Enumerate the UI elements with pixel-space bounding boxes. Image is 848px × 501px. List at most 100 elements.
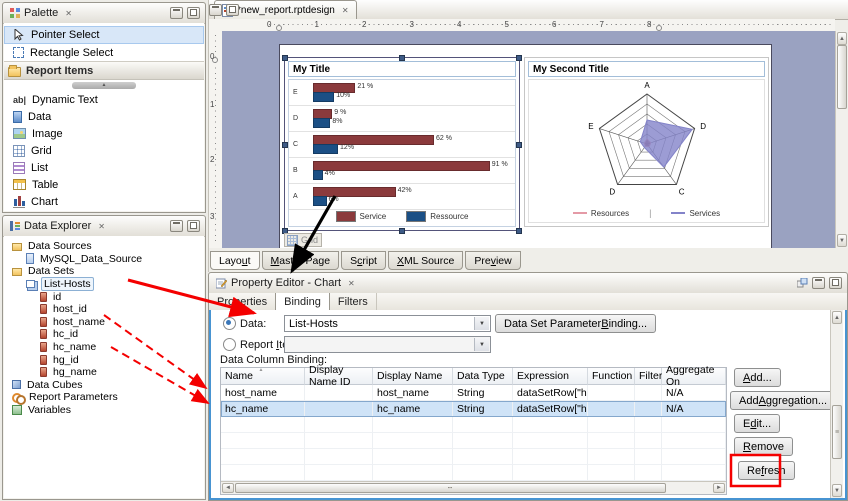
selection-handle[interactable] [399,55,405,61]
data-radio[interactable] [223,317,236,330]
editor-tab-close-icon[interactable]: ✕ [342,6,349,15]
table-row[interactable]: hc_namehc_nameStringdataSetRow["hc...N/A [221,401,726,417]
selection-handle[interactable] [516,55,522,61]
property-editor-title-tab[interactable]: Property Editor - Chart ✕ [209,273,362,293]
dataset-combo[interactable]: List-Hosts ▼ [284,315,491,332]
palette-item-dynamic-text[interactable]: ab|Dynamic Text [4,91,204,108]
button-remove[interactable]: Remove [734,437,793,456]
scroll-down-arrow[interactable]: ▼ [832,484,842,497]
palette-item-table[interactable]: Table [4,176,204,193]
report-canvas[interactable]: My Title E21 %10%D9 %8%C62 %12%B91 %4%A4… [222,31,835,248]
column-header-display-name[interactable]: Display Name [373,368,453,385]
data-column-binding-table[interactable]: Name▲Display Name IDDisplay NameData Typ… [220,367,727,495]
scroll-right-arrow[interactable]: ► [713,483,725,493]
scroll-down-arrow[interactable]: ▼ [837,234,847,247]
palette-item-image[interactable]: Image [4,125,204,142]
scroll-thumb[interactable]: ┅ [235,483,666,493]
tree-item-list-hosts[interactable]: List-Hosts [4,278,204,291]
column-header-data-type[interactable]: Data Type [453,368,513,385]
button-refresh[interactable]: Refresh [738,461,795,480]
selection-handle[interactable] [516,228,522,234]
link-with-editor-icon[interactable] [797,278,808,289]
scroll-up-arrow[interactable]: ▲ [832,311,842,324]
column-header-function[interactable]: Function [588,368,635,385]
chevron-down-icon[interactable]: ▼ [474,317,489,330]
grid-element-tab[interactable]: Grid [284,233,322,247]
table-row[interactable] [221,433,726,449]
palette-item-grid[interactable]: Grid [4,142,204,159]
property-editor-minimize-button[interactable] [812,277,825,289]
tree-item-hc-name[interactable]: hc_name [4,341,204,354]
editor-tab-layout[interactable]: Layout [210,251,260,270]
report-item-radio[interactable] [223,338,236,351]
palette-item-data[interactable]: Data [4,108,204,125]
column-header-display-name-id[interactable]: Display Name ID [305,368,373,385]
scroll-up-arrow[interactable]: ▲ [837,32,847,45]
column-header-expression[interactable]: Expression [513,368,588,385]
table-hscrollbar[interactable]: ◄ ┅ ► [221,481,726,494]
property-editor-maximize-button[interactable] [829,277,842,289]
editor-tab-preview[interactable]: Preview [465,251,520,270]
editor-minimize-button[interactable] [209,4,222,16]
button-addaggregation[interactable]: Add Aggregation... [730,391,836,410]
tree-item-data-sets[interactable]: Data Sets [4,265,204,278]
selection-handle[interactable] [282,55,288,61]
palette-minimize-button[interactable] [170,7,183,19]
tree-item-hc-id[interactable]: hc_id [4,328,204,341]
tab-properties[interactable]: Properties [209,293,276,310]
tree-item-report-parameters[interactable]: Report Parameters [4,391,204,404]
tree-item-variables[interactable]: Variables [4,404,204,417]
selection-handle[interactable] [282,142,288,148]
data-explorer-maximize-button[interactable] [187,220,200,232]
bar-chart-element[interactable]: My Title E21 %10%D9 %8%C62 %12%B91 %4%A4… [284,57,520,231]
table-row[interactable]: host_namehost_nameStringdataSetRow["ho..… [221,385,726,401]
palette-item-chart[interactable]: Chart [4,193,204,210]
chevron-down-icon[interactable]: ▼ [474,338,489,351]
data-explorer-close-icon[interactable]: ✕ [98,222,105,231]
column-header-name[interactable]: Name▲ [221,368,305,385]
report-page[interactable]: My Title E21 %10%D9 %8%C62 %12%B91 %4%A4… [279,44,772,248]
palette-scroll-up[interactable]: ▲ [72,82,136,89]
palette-item-list[interactable]: List [4,159,204,176]
dataset-parameter-binding-button[interactable]: Data Set Parameter Binding... [495,314,656,333]
button-add[interactable]: Add... [734,368,781,387]
editor-maximize-button[interactable] [226,4,239,16]
property-vscrollbar[interactable]: ▲ ≡ ▼ [830,310,843,498]
property-editor-close-icon[interactable]: ✕ [348,279,355,288]
data-explorer-title-tab[interactable]: Data Explorer ✕ [3,216,112,236]
editor-tab-xml-source[interactable]: XML Source [388,251,463,270]
palette-tool-rectangle-select[interactable]: Rectangle Select [4,44,204,61]
column-header-filter[interactable]: Filter [635,368,662,385]
editor-tab-master-page[interactable]: Master Page [262,251,340,270]
table-row[interactable] [221,417,726,433]
tree-item-id[interactable]: id [4,290,204,303]
palette-maximize-button[interactable] [187,7,200,19]
tree-item-mysql-data-source[interactable]: MySQL_Data_Source [4,253,204,266]
tab-binding[interactable]: Binding [275,293,330,310]
report-item-combo[interactable]: ▼ [284,336,491,353]
scroll-thumb[interactable]: ≡ [832,405,842,459]
tree-item-hg-name[interactable]: hg_name [4,366,204,379]
radar-chart-element[interactable]: My Second Title ADCDE Resources|Services [524,57,769,227]
button-edit[interactable]: Edit... [734,414,780,433]
tree-item-data-sources[interactable]: Data Sources [4,240,204,253]
palette-title-tab[interactable]: Palette ✕ [3,3,79,23]
tab-filters[interactable]: Filters [330,293,377,310]
data-explorer-minimize-button[interactable] [170,220,183,232]
palette-tool-pointer-select[interactable]: Pointer Select [4,26,204,44]
palette-close-icon[interactable]: ✕ [65,9,72,18]
section-report-items[interactable]: Report Items [4,61,204,80]
tree-item-hg-id[interactable]: hg_id [4,353,204,366]
table-row[interactable] [221,449,726,465]
selection-handle[interactable] [516,142,522,148]
editor-vscrollbar[interactable]: ▲ ▼ [835,31,848,248]
scroll-thumb[interactable] [837,45,847,109]
tree-item-host-id[interactable]: host_id [4,303,204,316]
editor-tab-script[interactable]: Script [341,251,386,270]
column-header-aggregate-on[interactable]: Aggregate On [662,368,726,385]
tree-item-data-cubes[interactable]: Data Cubes [4,379,204,392]
scroll-left-arrow[interactable]: ◄ [222,483,234,493]
table-row[interactable] [221,465,726,481]
selection-handle[interactable] [399,228,405,234]
tree-item-host-name[interactable]: host_name [4,316,204,329]
